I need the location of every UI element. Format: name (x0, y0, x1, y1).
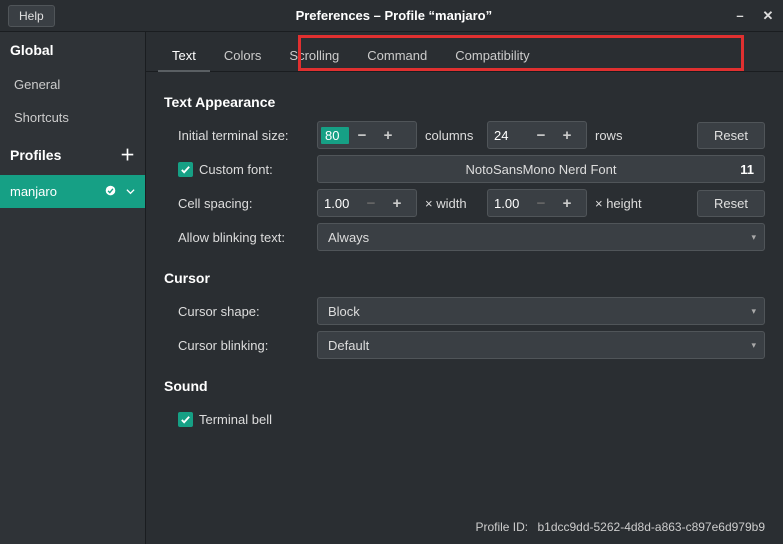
row-cursor-blinking: Cursor blinking: Default ▾ (164, 330, 765, 360)
section-cursor: Cursor (164, 270, 765, 286)
row-cursor-shape: Cursor shape: Block ▾ (164, 296, 765, 326)
active-profile-check-icon (105, 184, 116, 199)
columns-plus-icon[interactable]: + (375, 127, 401, 144)
profile-id-label: Profile ID: (475, 520, 528, 534)
rows-stepper[interactable]: − + (487, 121, 587, 149)
rows-input[interactable] (488, 128, 528, 143)
cursor-blinking-label: Cursor blinking: (164, 338, 309, 353)
height-unit: × height (595, 196, 649, 211)
chevron-down-icon: ▾ (751, 232, 756, 243)
width-unit: × width (425, 196, 479, 211)
allow-blinking-dropdown[interactable]: Always ▾ (317, 223, 765, 251)
tab-text[interactable]: Text (158, 40, 210, 71)
cursor-shape-value: Block (328, 304, 360, 319)
terminal-bell-checkbox[interactable] (178, 412, 193, 427)
width-minus-icon[interactable]: − (358, 195, 384, 212)
height-plus-icon[interactable]: + (554, 195, 580, 212)
height-minus-icon[interactable]: − (528, 195, 554, 212)
titlebar: Help Preferences – Profile “manjaro” – ✕ (0, 0, 783, 32)
columns-input[interactable] (321, 127, 349, 144)
rows-plus-icon[interactable]: + (554, 127, 580, 144)
help-button[interactable]: Help (8, 5, 55, 27)
close-icon[interactable]: ✕ (761, 9, 775, 23)
custom-font-checkbox[interactable] (178, 162, 193, 177)
tab-content: Text Appearance Initial terminal size: −… (146, 72, 783, 544)
row-cell-spacing: Cell spacing: − + × width − + × height R… (164, 188, 765, 218)
columns-minus-icon[interactable]: − (349, 127, 375, 144)
section-sound: Sound (164, 378, 765, 394)
allow-blinking-label: Allow blinking text: (164, 230, 309, 245)
sidebar-item-general[interactable]: General (0, 68, 145, 101)
row-initial-size: Initial terminal size: − + columns − + r… (164, 120, 765, 150)
custom-font-label: Custom font: (199, 162, 273, 177)
tab-compatibility[interactable]: Compatibility (441, 40, 543, 71)
reset-spacing-button[interactable]: Reset (697, 190, 765, 217)
profile-id-footer: Profile ID: b1dcc9dd-5262-4d8d-a863-c897… (475, 520, 765, 534)
minimize-icon[interactable]: – (733, 9, 747, 23)
container: Global General Shortcuts Profiles ＋ manj… (0, 32, 783, 544)
allow-blinking-value: Always (328, 230, 369, 245)
section-text-appearance: Text Appearance (164, 94, 765, 110)
reset-size-button[interactable]: Reset (697, 122, 765, 149)
sidebar-header-profiles: Profiles ＋ (0, 134, 145, 175)
tab-colors[interactable]: Colors (210, 40, 276, 71)
chevron-down-icon: ▾ (751, 306, 756, 317)
tab-command[interactable]: Command (353, 40, 441, 71)
terminal-bell-label: Terminal bell (199, 412, 272, 427)
sidebar-item-shortcuts[interactable]: Shortcuts (0, 101, 145, 134)
chevron-down-icon: ▾ (751, 340, 756, 351)
rows-minus-icon[interactable]: − (528, 127, 554, 144)
main-panel: Text Colors Scrolling Command Compatibil… (146, 32, 783, 544)
columns-stepper[interactable]: − + (317, 121, 417, 149)
initial-size-label: Initial terminal size: (164, 128, 309, 143)
window-controls: – ✕ (733, 9, 775, 23)
profiles-label: Profiles (10, 147, 61, 163)
tabbar: Text Colors Scrolling Command Compatibil… (146, 32, 783, 72)
height-stepper[interactable]: − + (487, 189, 587, 217)
sidebar-item-profile-manjaro[interactable]: manjaro (0, 175, 145, 208)
columns-unit: columns (425, 128, 479, 143)
cursor-blinking-value: Default (328, 338, 369, 353)
cursor-shape-dropdown[interactable]: Block ▾ (317, 297, 765, 325)
window-title: Preferences – Profile “manjaro” (55, 8, 733, 23)
cell-spacing-label: Cell spacing: (164, 196, 309, 211)
width-plus-icon[interactable]: + (384, 195, 410, 212)
sidebar-header-global: Global (0, 32, 145, 68)
rows-unit: rows (595, 128, 649, 143)
font-size: 11 (740, 162, 754, 177)
profile-id-value: b1dcc9dd-5262-4d8d-a863-c897e6d979b9 (537, 520, 765, 534)
row-allow-blinking: Allow blinking text: Always ▾ (164, 222, 765, 252)
font-name: NotoSansMono Nerd Font (465, 162, 616, 177)
font-chooser-button[interactable]: NotoSansMono Nerd Font 11 (317, 155, 765, 183)
height-input[interactable] (488, 196, 528, 211)
profile-menu-chevron-icon[interactable] (126, 184, 135, 199)
profile-name-label: manjaro (10, 184, 105, 199)
width-stepper[interactable]: − + (317, 189, 417, 217)
sidebar: Global General Shortcuts Profiles ＋ manj… (0, 32, 146, 544)
add-profile-icon[interactable]: ＋ (120, 144, 135, 165)
tab-scrolling[interactable]: Scrolling (275, 40, 353, 71)
width-input[interactable] (318, 196, 358, 211)
row-custom-font: Custom font: NotoSansMono Nerd Font 11 (164, 154, 765, 184)
cursor-blinking-dropdown[interactable]: Default ▾ (317, 331, 765, 359)
row-terminal-bell: Terminal bell (164, 404, 765, 434)
cursor-shape-label: Cursor shape: (164, 304, 309, 319)
